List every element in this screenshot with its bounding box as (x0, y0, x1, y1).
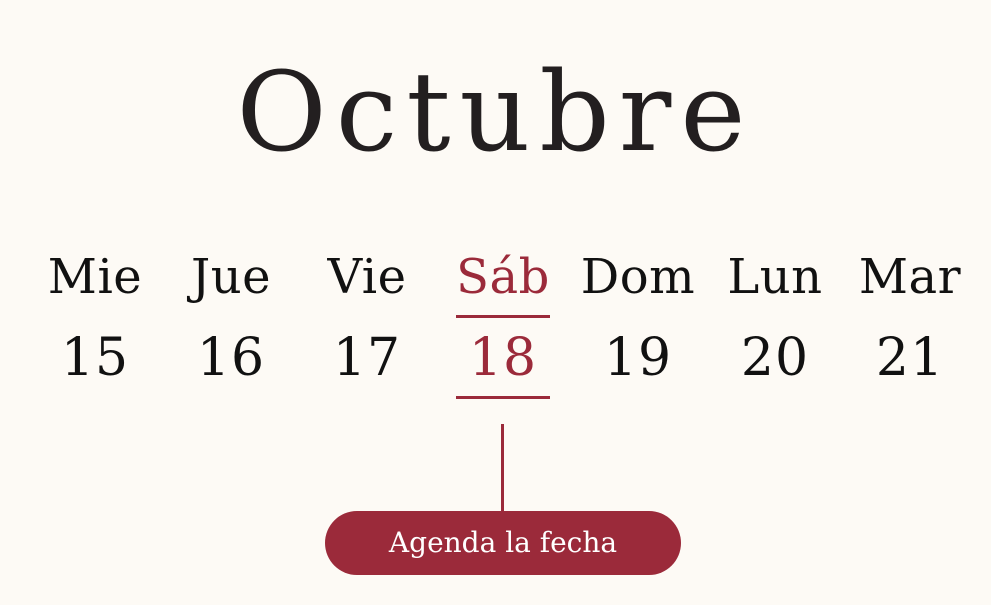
day-name: Dom (580, 249, 696, 305)
day-number: 21 (875, 328, 945, 388)
day-number: 15 (60, 328, 130, 388)
day-name: Mar (858, 249, 962, 305)
day-column-dom: Dom 19 (570, 246, 706, 389)
day-name: Vie (327, 249, 407, 305)
day-name: Lun (727, 249, 823, 305)
day-column-vie: Vie 17 (299, 246, 435, 389)
day-name: Jue (190, 249, 272, 305)
save-the-date-button[interactable]: Agenda la fecha (325, 511, 681, 575)
day-number: 16 (196, 328, 266, 388)
month-title: Octubre (236, 48, 755, 176)
day-number: 17 (332, 328, 402, 388)
day-column-mar: Mar 21 (842, 246, 978, 389)
day-column-mie: Mie 15 (27, 246, 163, 389)
calendar-page: Octubre Mie 15 Jue 16 Vie 17 Sáb 18 Dom … (0, 0, 991, 605)
day-number: 20 (740, 328, 810, 388)
day-name: Mie (47, 249, 143, 305)
connector-line (501, 424, 504, 514)
day-name: Sáb (456, 249, 550, 305)
day-number: 18 (468, 328, 538, 388)
day-column-jue: Jue 16 (163, 246, 299, 389)
highlight-line-top (456, 315, 550, 318)
day-column-lun: Lun 20 (707, 246, 843, 389)
day-number: 19 (603, 328, 673, 388)
highlight-line-bottom (456, 396, 550, 399)
